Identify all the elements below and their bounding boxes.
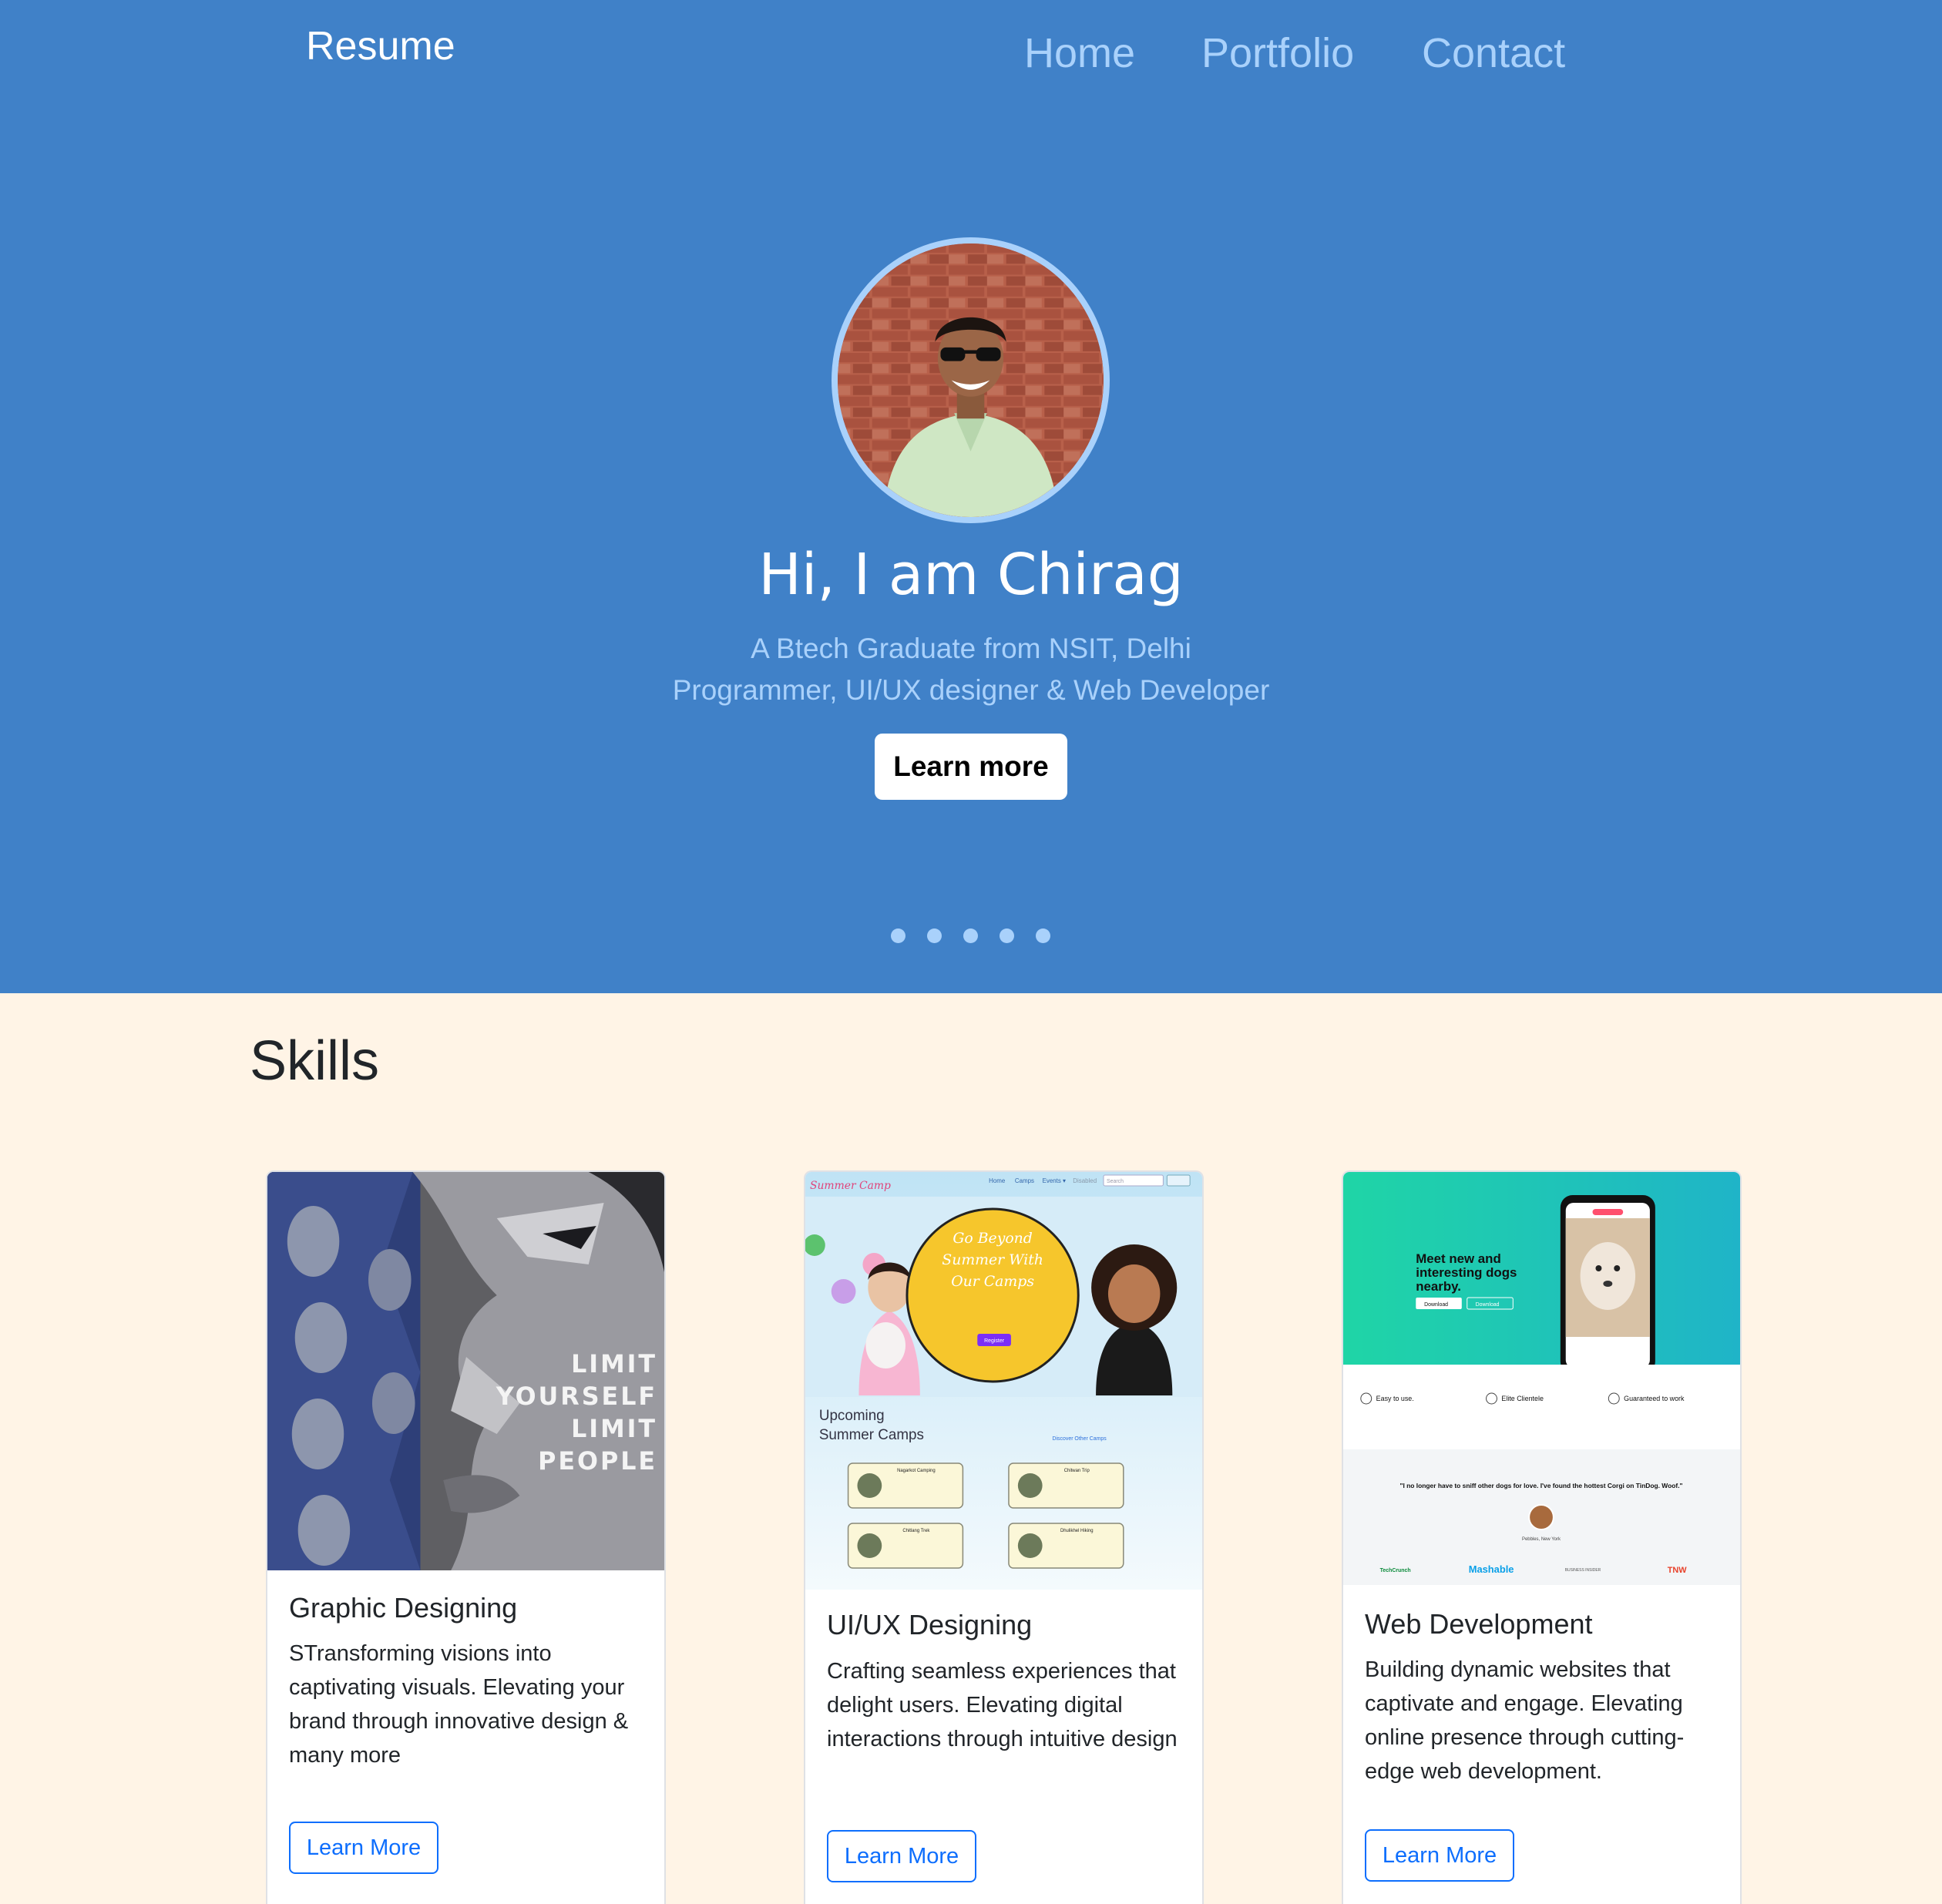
mock-section-line2: Summer Camps <box>819 1427 924 1443</box>
mock-section-line1: Upcoming <box>819 1408 885 1424</box>
carousel-indicator-2[interactable] <box>927 928 942 943</box>
mock-camp-2: Chitwan Trip <box>1064 1469 1090 1473</box>
mock-press-1: TechCrunch <box>1380 1568 1411 1573</box>
graphic-designing-learn-more-button[interactable]: Learn More <box>289 1822 438 1874</box>
art-text-line1: LIMIT <box>571 1349 657 1378</box>
mock-camp-1: Nagarkot Camping <box>897 1469 936 1473</box>
hero-title: Hi, I am Chirag <box>758 542 1184 608</box>
carousel-indicator-4[interactable] <box>1000 928 1014 943</box>
art-text-line3: LIMIT <box>571 1414 657 1443</box>
mock-nav-home: Home <box>989 1177 1006 1184</box>
carousel-indicator-5[interactable] <box>1036 928 1050 943</box>
hero-section: Resume Home Portfolio Contact Hi, I am C… <box>0 0 1942 993</box>
card-title: UI/UX Designing <box>827 1609 1033 1640</box>
carousel-indicators <box>891 928 1053 944</box>
mock-press-4: TNW <box>1668 1566 1687 1575</box>
card-text: STransforming visions into captivating v… <box>289 1641 629 1768</box>
mock-quote: "I no longer have to sniff other dogs fo… <box>1399 1482 1682 1489</box>
skill-card-graphic-designing: LIMIT YOURSELF LIMIT PEOPLE Graphic Desi… <box>266 1170 666 1904</box>
skill-card-web-development: Meet new and interesting dogs nearby. Do… <box>1342 1170 1742 1904</box>
web-development-learn-more-button[interactable]: Learn More <box>1365 1829 1514 1882</box>
nav-link-home[interactable]: Home <box>1024 29 1135 77</box>
graphic-design-artwork: LIMIT YOURSELF LIMIT PEOPLE <box>267 1172 664 1570</box>
mock-headline-1: Meet new and <box>1416 1251 1501 1266</box>
mock-hero-line1: Go Beyond <box>953 1230 1033 1247</box>
mock-nav-camps: Camps <box>1015 1177 1034 1184</box>
nav-link-portfolio[interactable]: Portfolio <box>1201 29 1354 77</box>
profile-avatar <box>832 237 1110 523</box>
mock-hero-line3: Our Camps <box>951 1273 1034 1290</box>
mock-logo: Summer Camp <box>810 1180 891 1192</box>
skills-heading: Skills <box>250 1030 380 1092</box>
mock-press-3: BUSINESS INSIDER <box>1565 1568 1601 1573</box>
hero-subtitle-line2: Programmer, UI/UX designer & Web Develop… <box>672 674 1270 706</box>
carousel-indicator-1[interactable] <box>891 928 905 943</box>
tindog-website-mockup: Meet new and interesting dogs nearby. Do… <box>1343 1172 1740 1585</box>
art-text-line2: YOURSELF <box>496 1382 657 1411</box>
mock-download-2: Download <box>1476 1302 1500 1308</box>
card-text: Building dynamic websites that captivate… <box>1365 1657 1685 1784</box>
mock-feature-1: Easy to use. <box>1376 1395 1414 1402</box>
mock-download-1: Download <box>1424 1302 1448 1308</box>
art-text-line4: PEOPLE <box>538 1446 657 1476</box>
nav-link-contact[interactable]: Contact <box>1422 29 1565 77</box>
mock-search: Search <box>1107 1179 1124 1184</box>
card-text: Crafting seamless experiences that delig… <box>827 1659 1178 1751</box>
profile-photo <box>838 243 1104 517</box>
mock-author: Pebbles, New York <box>1522 1537 1561 1542</box>
mock-press-2: Mashable <box>1469 1563 1514 1575</box>
mock-hero-line2: Summer With <box>942 1251 1043 1268</box>
mock-discover-link: Discover Other Camps <box>1053 1436 1107 1442</box>
mock-nav-events: Events ▾ <box>1043 1177 1066 1184</box>
mock-headline-2: interesting dogs <box>1416 1265 1517 1280</box>
card-title: Graphic Designing <box>289 1592 518 1624</box>
summer-camp-mockup: Summer Camp Home Camps Events ▾ Disabled… <box>805 1172 1202 1590</box>
mock-register: Register <box>984 1338 1005 1344</box>
card-title: Web Development <box>1365 1608 1593 1640</box>
hero-subtitle-line1: A Btech Graduate from NSIT, Delhi <box>751 633 1191 664</box>
carousel-indicator-3[interactable] <box>963 928 978 943</box>
navbar-brand[interactable]: Resume <box>306 23 455 69</box>
mock-nav-disabled: Disabled <box>1073 1177 1097 1184</box>
mock-camp-4: Dhulikhel Hiking <box>1060 1529 1094 1533</box>
hero-learn-more-button[interactable]: Learn more <box>875 734 1067 800</box>
mock-camp-3: Chitlang Trek <box>902 1529 929 1533</box>
skill-card-uiux-designing: Summer Camp Home Camps Events ▾ Disabled… <box>804 1170 1204 1904</box>
mock-feature-3: Guaranteed to work <box>1624 1395 1685 1402</box>
mock-feature-2: Elite Clientele <box>1501 1395 1544 1402</box>
uiux-designing-learn-more-button[interactable]: Learn More <box>827 1830 976 1882</box>
mock-headline-3: nearby. <box>1416 1279 1461 1294</box>
